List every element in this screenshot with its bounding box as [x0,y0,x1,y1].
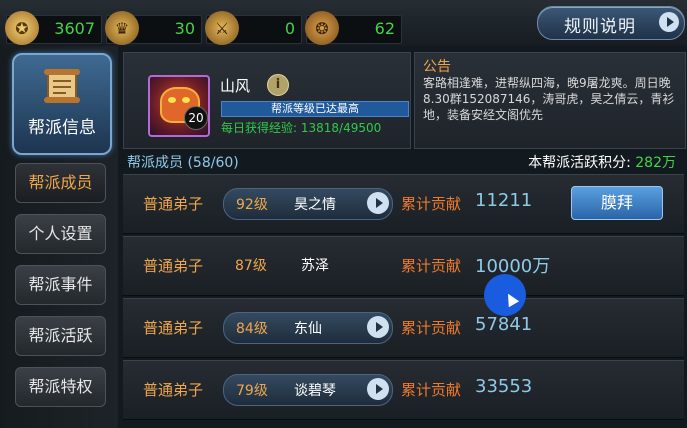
member-rank: 普通弟子 [143,257,204,275]
member-row: 普通弟子 92级 昊之情 累计贡献 11211 膜拜 [123,174,684,234]
activity-score: 本帮派活跃积分: 282万 [528,152,676,172]
contribution-label: 累计贡献 [401,257,462,275]
avatar-eye-left [168,97,176,103]
emblem-counter: ❂ 62 [305,11,402,45]
member-profile-button[interactable]: 84级 东仙 [223,312,393,344]
helmet-icon: ♛ [105,11,139,45]
member-rank: 普通弟子 [143,195,204,213]
sidebar-item-privileges[interactable]: 帮派特权 [15,367,106,407]
member-name: 苏泽 [301,258,329,274]
notice-title: 公告 [423,59,451,75]
activity-value: 282万 [635,155,676,171]
member-row: 普通弟子 87级 苏泽 累计贡献 10000万 [123,236,684,296]
member-row: 普通弟子 79级 谈碧琴 累计贡献 33553 [123,360,684,420]
rules-button[interactable]: 规则说明 [537,6,685,40]
contribution-value: 11211 [475,190,533,211]
member-level: 87级 [235,258,267,274]
chevron-right-icon [367,192,389,214]
contribution-value: 10000万 [475,256,551,277]
coin-value: 3607 [54,19,95,38]
guild-level-status: 帮派等级已达最高 [271,102,359,115]
helmet-value: 30 [174,19,195,38]
member-rank: 普通弟子 [143,381,204,399]
avatar-eye-right [182,97,190,103]
notice-panel: 公告 客路相逢难，进帮纵四海，晚9屠龙爽。周日晚8.30群152087146，涛… [414,52,686,149]
member-name: 昊之情 [294,197,336,213]
shield-emblem-icon: ❂ [305,11,339,45]
sidebar-item-members[interactable]: 帮派成员 [15,163,106,203]
guild-info-panel: 山风 i 帮派等级已达最高 每日获得经验: 13818/49500 [123,52,411,149]
contribution-value: 57841 [475,314,533,335]
helmet-counter: ♛ 30 [105,11,202,45]
touch-cursor-icon [484,274,526,316]
member-profile-button[interactable]: 79级 谈碧琴 [223,374,393,406]
sidebar-item-activity[interactable]: 帮派活跃 [15,316,106,356]
swords-value: 0 [284,19,295,38]
member-level: 79级 [236,383,268,399]
top-resource-bar: ✪ 3607 ♛ 30 ⚔ 0 ❂ 62 规则说明 [0,0,687,46]
guild-leader-name: 山风 [220,77,251,95]
notice-text: 客路相逢难，进帮纵四海，晚9屠龙爽。周日晚8.30群152087146，涛哥虎，… [423,76,675,122]
member-name: 东仙 [294,321,322,337]
member-row: 普通弟子 84级 东仙 累计贡献 57841 [123,298,684,358]
contribution-value: 33553 [475,376,533,397]
member-profile-button[interactable]: 92级 昊之情 [223,188,393,220]
chevron-right-icon [659,12,679,32]
sidebar-item-personal-settings[interactable]: 个人设置 [15,214,106,254]
main-panel: 山风 i 帮派等级已达最高 每日获得经验: 13818/49500 20 公告 … [118,46,687,428]
member-rank: 普通弟子 [143,319,204,337]
chevron-right-icon [367,378,389,400]
info-icon[interactable]: i [267,74,289,96]
guild-level-bar: 帮派等级已达最高 [221,101,409,117]
sidebar-item-events[interactable]: 帮派事件 [15,265,106,305]
coin-icon: ✪ [5,11,39,45]
contribution-label: 累计贡献 [401,195,462,213]
emblem-value: 62 [374,19,395,38]
guild-level-badge: 20 [184,106,208,130]
member-count: 帮派成员 (58/60) [127,155,239,171]
swords-counter: ⚔ 0 [205,11,302,45]
crossed-swords-icon: ⚔ [205,11,239,45]
scroll-icon [44,69,80,103]
sidebar-active-label: 帮派信息 [28,118,96,138]
sidebar-item-guild-info[interactable]: 帮派信息 [12,53,112,155]
sidebar: 帮派信息 帮派成员 个人设置 帮派事件 帮派活跃 帮派特权 [0,46,118,428]
member-level: 84级 [236,321,268,337]
chevron-right-icon [367,316,389,338]
member-name: 谈碧琴 [294,383,336,399]
bow-button[interactable]: 膜拜 [571,186,663,220]
rules-button-label: 规则说明 [564,17,636,37]
coin-counter: ✪ 3607 [5,11,102,45]
activity-label: 本帮派活跃积分: [528,155,631,171]
daily-exp-text: 每日获得经验: 13818/49500 [221,121,382,135]
members-header: 帮派成员 (58/60) 本帮派活跃积分: 282万 [123,150,684,172]
contribution-label: 累计贡献 [401,319,462,337]
member-level: 92级 [236,197,268,213]
contribution-label: 累计贡献 [401,381,462,399]
